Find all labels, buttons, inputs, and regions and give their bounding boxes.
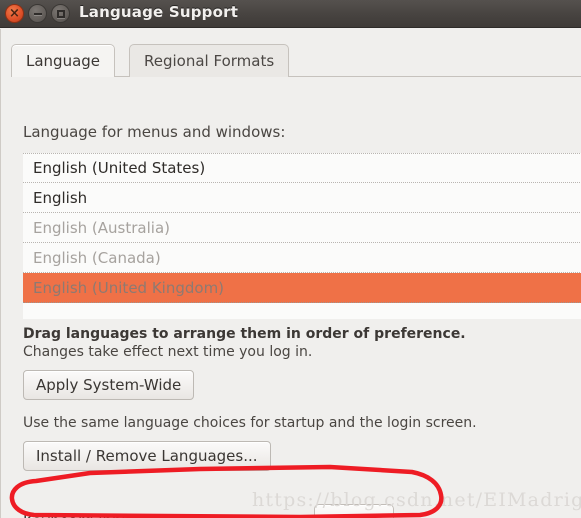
tab-language[interactable]: Language	[11, 44, 116, 77]
tab-language-label: Language	[26, 52, 101, 70]
tab-bar: Language Regional Formats	[11, 44, 581, 77]
close-icon: ×	[9, 5, 20, 21]
install-remove-languages-button[interactable]: Install / Remove Languages...	[23, 441, 271, 471]
maximize-icon	[56, 9, 65, 18]
list-item-label: English (Australia)	[33, 218, 170, 237]
close-button[interactable]: ×	[5, 4, 24, 23]
apply-system-wide-button[interactable]: Apply System-Wide	[23, 370, 195, 400]
list-item[interactable]: English (United States)	[23, 153, 581, 183]
list-item[interactable]: English (Canada)	[23, 243, 581, 273]
list-item-selected[interactable]: English (United Kingdom)	[23, 273, 581, 303]
list-item[interactable]: English	[23, 183, 581, 213]
install-remove-languages-label: Install / Remove Languages...	[36, 447, 258, 465]
list-item-label: English	[33, 188, 88, 207]
keyboard-input-method-label: Keyboard input method system:	[23, 512, 264, 518]
list-item-label: English (Canada)	[33, 248, 161, 267]
list-item[interactable]: English (Australia)	[23, 213, 581, 243]
drag-hint-primary: Drag languages to arrange them in order …	[23, 326, 466, 342]
keyboard-input-method-value: fcitx	[323, 512, 369, 518]
list-item-label: English (United States)	[33, 159, 206, 177]
window-title: Language Support	[79, 3, 239, 21]
tab-regional-formats[interactable]: Regional Formats	[129, 44, 290, 77]
language-list-label: Language for menus and windows:	[23, 123, 286, 141]
list-item-label: English (United Kingdom)	[33, 278, 225, 297]
language-tab-panel: Language for menus and windows: English …	[11, 77, 581, 518]
tab-regional-formats-label: Regional Formats	[144, 52, 275, 70]
minimize-icon	[33, 12, 42, 15]
apply-description: Use the same language choices for startu…	[23, 415, 477, 431]
window-titlebar: × Language Support	[0, 0, 581, 28]
maximize-button[interactable]	[51, 4, 70, 23]
window-content: Language Regional Formats Language for m…	[0, 29, 581, 518]
minimize-button[interactable]	[28, 4, 47, 23]
watermark-text: https://blog.csdn.net/EIMadrigal	[252, 489, 581, 511]
apply-system-wide-label: Apply System-Wide	[36, 376, 182, 394]
language-support-window: × Language Support Language Regional For…	[0, 0, 581, 518]
window-controls: ×	[5, 4, 70, 23]
drag-hint-secondary: Changes take effect next time you log in…	[23, 344, 313, 360]
language-list[interactable]: English (United States) English English …	[23, 153, 581, 319]
